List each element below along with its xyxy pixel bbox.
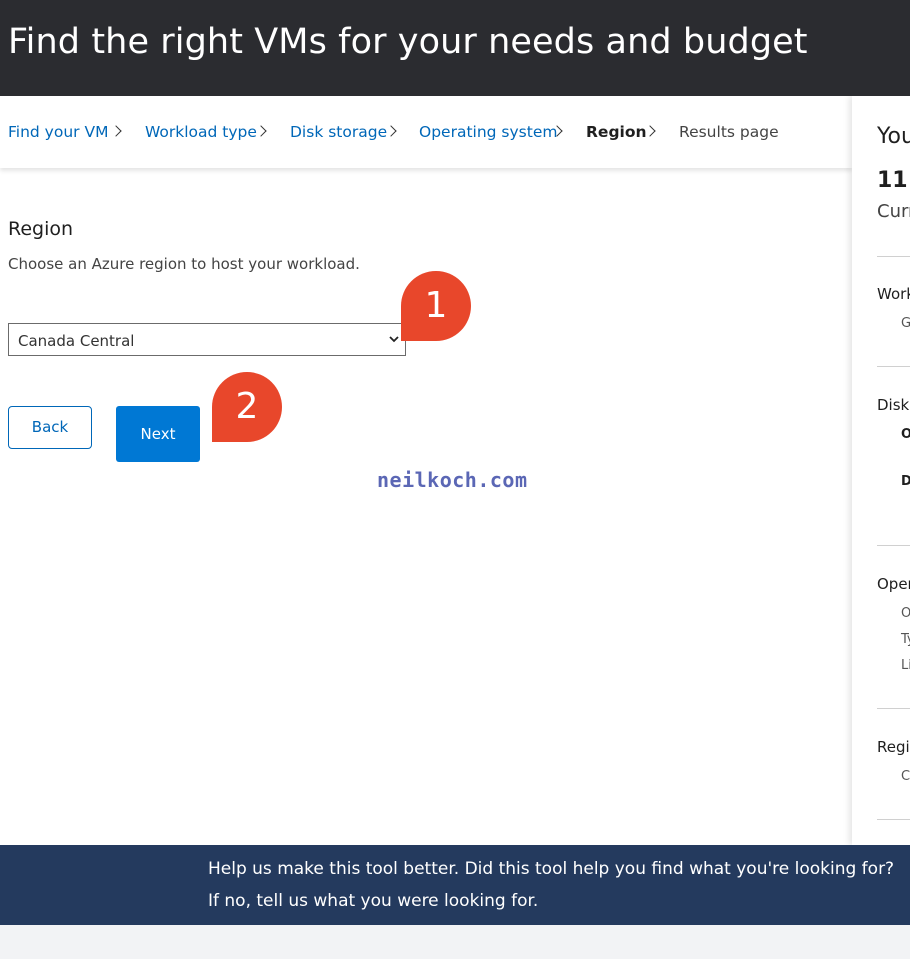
feedback-text[interactable]: Help us make this tool better. Did this … bbox=[208, 859, 894, 879]
page-header: Find the right VMs for your needs and bu… bbox=[0, 0, 910, 96]
breadcrumb: Find your VM Workload type Disk storage … bbox=[0, 96, 852, 168]
breadcrumb-results-page: Results page bbox=[679, 123, 779, 141]
summary-title: You bbox=[877, 124, 910, 149]
summary-subtitle: Curr bbox=[877, 201, 910, 222]
footer-area bbox=[0, 925, 910, 959]
divider bbox=[877, 545, 910, 546]
breadcrumb-disk-storage[interactable]: Disk storage bbox=[290, 123, 387, 141]
main-content: Find your VM Workload type Disk storage … bbox=[0, 96, 910, 845]
summary-item: C bbox=[901, 769, 910, 784]
divider bbox=[877, 708, 910, 709]
summary-item: O bbox=[901, 606, 910, 621]
breadcrumb-workload-type[interactable]: Workload type bbox=[145, 123, 257, 141]
chevron-down-icon bbox=[389, 336, 399, 343]
breadcrumb-region-current: Region bbox=[586, 123, 647, 141]
annotation-callout-1: 1 bbox=[401, 271, 471, 341]
section-title: Region bbox=[8, 218, 74, 240]
chevron-right-icon bbox=[255, 125, 267, 137]
divider bbox=[877, 366, 910, 367]
region-select[interactable]: Canada Central bbox=[8, 323, 406, 356]
summary-item: Li bbox=[901, 658, 910, 673]
breadcrumb-operating-system[interactable]: Operating system bbox=[419, 123, 557, 141]
summary-section-disk: Disk bbox=[877, 396, 910, 414]
summary-section-os: Oper bbox=[877, 575, 910, 593]
summary-item: D bbox=[901, 474, 910, 489]
section-description: Choose an Azure region to host your work… bbox=[8, 255, 360, 273]
chevron-right-icon bbox=[110, 125, 122, 137]
watermark: neilkoch.com bbox=[377, 468, 528, 492]
divider bbox=[877, 256, 910, 257]
summary-item: G bbox=[901, 316, 910, 331]
summary-item: O bbox=[901, 427, 910, 442]
summary-section-workload: Work bbox=[877, 285, 910, 303]
summary-panel: You 11 Curr Work G Disk O D Oper O Ty Li… bbox=[852, 96, 910, 845]
region-select-value: Canada Central bbox=[18, 332, 135, 350]
back-button[interactable]: Back bbox=[8, 406, 92, 449]
breadcrumb-find-your-vm[interactable]: Find your VM bbox=[8, 123, 108, 141]
summary-item: Ty bbox=[901, 632, 910, 647]
feedback-banner: Help us make this tool better. Did this … bbox=[0, 845, 910, 925]
feedback-subtext[interactable]: If no, tell us what you were looking for… bbox=[208, 891, 538, 911]
summary-count: 11 bbox=[877, 168, 908, 193]
annotation-callout-2: 2 bbox=[212, 372, 282, 442]
page-title: Find the right VMs for your needs and bu… bbox=[8, 22, 808, 62]
next-button[interactable]: Next bbox=[116, 406, 200, 462]
divider bbox=[877, 819, 910, 820]
summary-section-region: Regi bbox=[877, 738, 910, 756]
